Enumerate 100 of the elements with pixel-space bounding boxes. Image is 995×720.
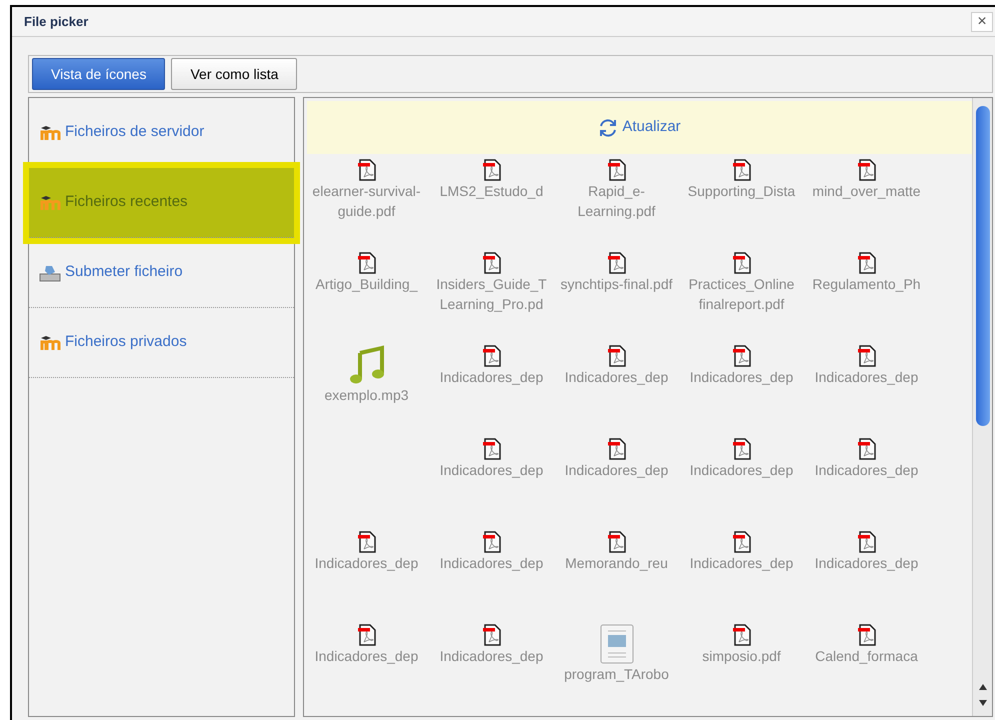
view-tab[interactable]: Ver como lista	[171, 58, 298, 90]
file-item[interactable]: exemplo.mp3	[306, 345, 426, 405]
pdf-file-icon	[732, 159, 752, 181]
file-item[interactable]: Indicadores_dep	[556, 438, 676, 480]
file-name: Memorando_reu	[564, 554, 669, 573]
file-item[interactable]: Supporting_Dista	[682, 159, 802, 201]
sidebar-label: Submeter ficheiro	[65, 262, 183, 282]
pdf-file-icon	[732, 345, 752, 367]
file-name: Indicadores_dep	[814, 554, 920, 573]
sidebar-item[interactable]: Submeter ficheiro	[29, 238, 294, 308]
refresh-link[interactable]: Atualizar	[622, 116, 681, 139]
file-name: Regulamento_Ph	[811, 275, 922, 294]
file-item[interactable]: synchtips-final.pdf	[556, 252, 676, 294]
file-item[interactable]: Indicadores_dep	[682, 438, 802, 480]
file-name: Indicadores_dep	[688, 461, 794, 480]
file-name: Indicadores_dep	[564, 368, 670, 387]
file-name: Rapid_e-Learning.pdf	[576, 182, 656, 221]
file-name: Indicadores_dep	[438, 554, 544, 573]
pdf-file-icon	[356, 531, 376, 553]
file-name: Practices_Online finalreport.pdf	[688, 275, 796, 314]
graduation-logo-icon	[39, 334, 61, 350]
file-item[interactable]: Indicadores_dep	[306, 624, 426, 666]
pdf-file-icon	[356, 159, 376, 181]
file-name: Indicadores_dep	[688, 554, 794, 573]
file-item[interactable]: Indicadores_dep	[432, 345, 552, 387]
pdf-file-icon	[856, 159, 876, 181]
file-name: mind_over_matte	[811, 182, 922, 201]
file-name: Indicadores_dep	[564, 461, 670, 480]
file-item[interactable]: Practices_Online finalreport.pdf	[682, 252, 802, 314]
file-name: synchtips-final.pdf	[559, 275, 674, 294]
file-name: Indicadores_dep	[438, 647, 544, 666]
file-name: simposio.pdf	[701, 647, 782, 666]
file-item[interactable]: Indicadores_dep	[432, 438, 552, 480]
file-item[interactable]: Indicadores_dep	[432, 624, 552, 666]
pdf-file-icon	[732, 531, 752, 553]
file-item[interactable]: mind_over_matte	[806, 159, 926, 201]
pdf-file-icon	[856, 345, 876, 367]
file-item[interactable]: Indicadores_dep	[806, 438, 926, 480]
pdf-file-icon	[606, 159, 626, 181]
file-item[interactable]: Indicadores_dep	[306, 531, 426, 573]
graduation-logo-icon	[39, 124, 61, 140]
file-item[interactable]: Artigo_Building_	[306, 252, 426, 294]
pdf-file-icon	[482, 252, 502, 274]
file-item[interactable]: simposio.pdf	[682, 624, 802, 666]
pdf-file-icon	[732, 438, 752, 460]
file-name: Indicadores_dep	[314, 647, 420, 666]
file-name: Insiders_Guide_T Learning_Pro.pd	[435, 275, 548, 314]
pdf-file-icon	[856, 252, 876, 274]
file-item[interactable]: elearner-survival-guide.pdf	[306, 159, 426, 221]
scroll-up-icon[interactable]	[978, 682, 988, 692]
file-name: Indicadores_dep	[814, 461, 920, 480]
pdf-file-icon	[732, 252, 752, 274]
image-document-icon	[600, 624, 634, 664]
file-name: exemplo.mp3	[323, 386, 410, 405]
file-name: Supporting_Dista	[686, 182, 796, 201]
pdf-file-icon	[856, 624, 876, 646]
sidebar-label: Ficheiros recentes	[65, 192, 188, 212]
file-item[interactable]: Regulamento_Ph	[806, 252, 926, 294]
close-button[interactable]: ×	[971, 12, 993, 32]
pdf-file-icon	[482, 159, 502, 181]
file-item[interactable]: Indicadores_dep	[806, 345, 926, 387]
pdf-file-icon	[482, 438, 502, 460]
scroll-thumb[interactable]	[976, 106, 990, 426]
pdf-file-icon	[482, 345, 502, 367]
file-item[interactable]: Indicadores_dep	[432, 531, 552, 573]
refresh-icon	[598, 118, 618, 138]
pdf-file-icon	[356, 252, 376, 274]
file-name: Indicadores_dep	[814, 368, 920, 387]
pdf-file-icon	[606, 252, 626, 274]
view-tab[interactable]: Vista de ícones	[32, 58, 166, 90]
file-item[interactable]: Rapid_e-Learning.pdf	[556, 159, 676, 221]
file-name: Calend_formaca	[814, 647, 919, 666]
pdf-file-icon	[856, 438, 876, 460]
pdf-file-icon	[606, 345, 626, 367]
file-item[interactable]: Indicadores_dep	[556, 345, 676, 387]
file-name: program_TArobo	[563, 665, 670, 684]
file-name: elearner-survival-guide.pdf	[311, 182, 422, 221]
file-name: Indicadores_dep	[688, 368, 794, 387]
file-item[interactable]: Indicadores_dep	[682, 345, 802, 387]
scroll-down-icon[interactable]	[978, 698, 988, 708]
file-name: Artigo_Building_	[314, 275, 419, 294]
file-name: Indicadores_dep	[438, 368, 544, 387]
file-item[interactable]: Insiders_Guide_T Learning_Pro.pd	[432, 252, 552, 314]
file-item[interactable]: program_TArobo	[556, 624, 676, 684]
file-name: Indicadores_dep	[438, 461, 544, 480]
file-item[interactable]: Calend_formaca	[806, 624, 926, 666]
pdf-file-icon	[356, 624, 376, 646]
sidebar-label: Ficheiros privados	[65, 332, 187, 352]
file-item[interactable]: Memorando_reu	[556, 531, 676, 573]
file-item[interactable]: Indicadores_dep	[806, 531, 926, 573]
file-item[interactable]: LMS2_Estudo_d	[432, 159, 552, 201]
sidebar-item[interactable]: Ficheiros privados	[29, 308, 294, 378]
pdf-file-icon	[606, 438, 626, 460]
graduation-logo-icon	[39, 194, 61, 210]
file-name: Indicadores_dep	[314, 554, 420, 573]
pdf-file-icon	[482, 624, 502, 646]
pdf-file-icon	[482, 531, 502, 553]
pdf-file-icon	[606, 531, 626, 553]
pdf-file-icon	[732, 624, 752, 646]
file-item[interactable]: Indicadores_dep	[682, 531, 802, 573]
